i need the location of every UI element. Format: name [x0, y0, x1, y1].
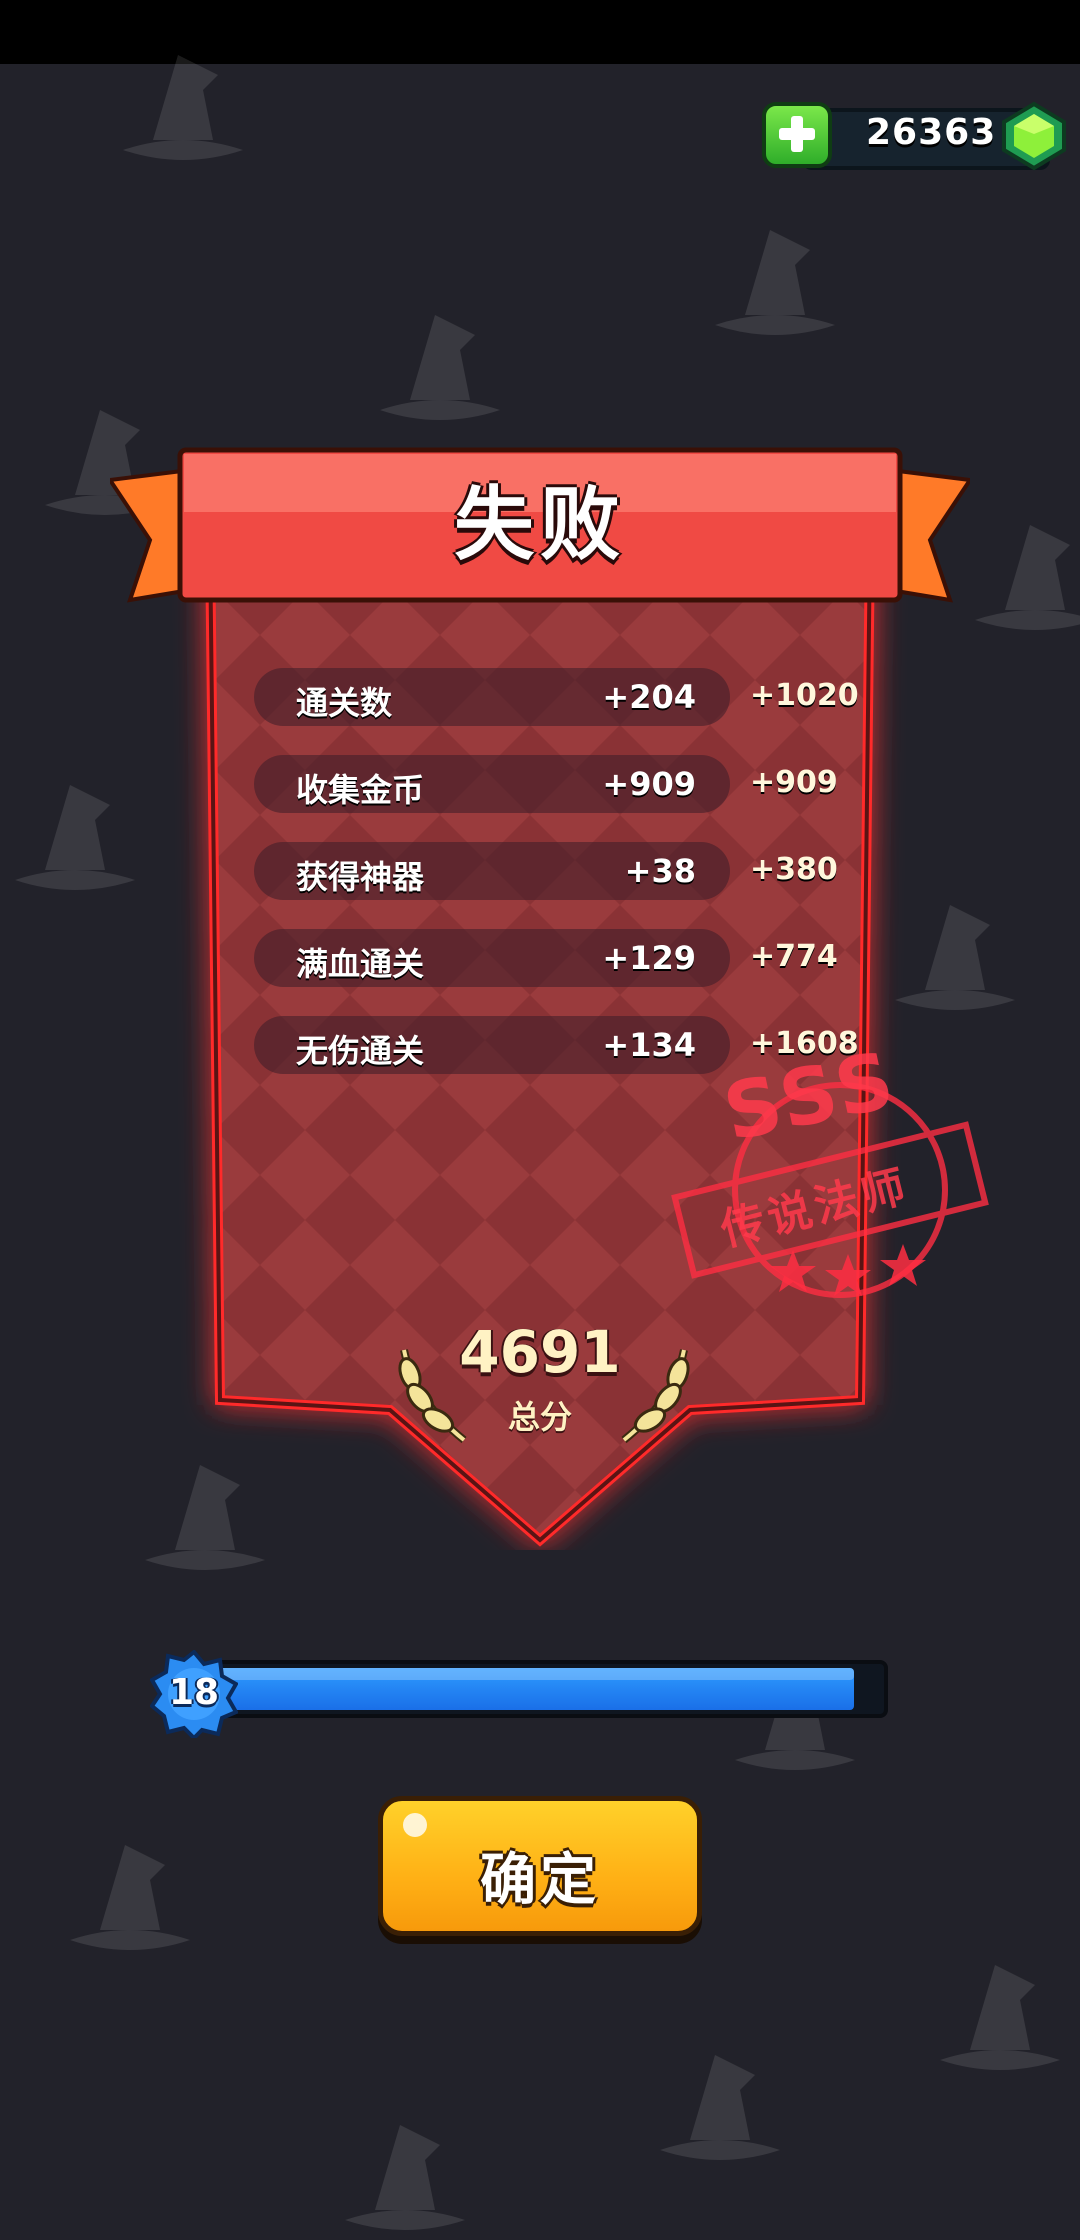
stat-label: 无伤通关 — [296, 1032, 425, 1070]
star-icon — [880, 1244, 926, 1286]
rating-stars — [770, 1244, 926, 1296]
confirm-label: 确定 — [480, 1848, 600, 1913]
stat-row-full-hp: 满血通关 +129 — [254, 929, 730, 987]
stat-label: 获得神器 — [296, 858, 425, 896]
stat-bonus: +774 — [750, 939, 838, 974]
stat-value: +204 — [602, 678, 696, 716]
wizard-hat-icon — [380, 315, 500, 420]
wizard-hat-icon — [975, 525, 1080, 630]
stat-bonus: +909 — [750, 765, 838, 800]
stat-label: 收集金币 — [296, 771, 425, 809]
stat-row-no-damage: 无伤通关 +134 — [254, 1016, 730, 1074]
wizard-hat-icon — [123, 55, 243, 160]
stat-bonus: +1020 — [750, 678, 859, 713]
progress-fill — [218, 1668, 854, 1710]
total-score: 4691 — [459, 1318, 621, 1386]
green-gem-icon — [1002, 101, 1066, 171]
stat-row-clear-count: 通关数 +204 — [254, 668, 730, 726]
plus-icon-stroke — [791, 116, 803, 152]
stat-value: +129 — [602, 939, 696, 977]
wizard-hat-icon — [715, 230, 835, 335]
wizard-hat-icon — [940, 1965, 1060, 2070]
progress-track — [210, 1660, 888, 1718]
level-progress: 18 — [150, 1650, 892, 1738]
gem-amount: 26363 — [866, 112, 997, 153]
level-number: 18 — [168, 1672, 220, 1713]
wizard-hat-icon — [345, 2125, 465, 2230]
add-gems-button[interactable] — [762, 102, 832, 168]
wizard-hat-icon — [70, 1845, 190, 1950]
stat-bonus: +380 — [750, 852, 838, 887]
star-icon — [825, 1254, 871, 1296]
stat-value: +909 — [602, 765, 696, 803]
stat-row-artifacts: 获得神器 +38 — [254, 842, 730, 900]
gem-counter: 26363 — [762, 98, 1072, 174]
star-icon — [770, 1250, 816, 1292]
stat-label: 满血通关 — [296, 945, 425, 983]
stat-value: +38 — [624, 852, 696, 890]
wizard-hat-icon — [15, 785, 135, 890]
stat-label: 通关数 — [296, 684, 393, 722]
wizard-hat-icon — [660, 2055, 780, 2160]
result-title: 失败 — [454, 478, 626, 571]
stat-row-coins: 收集金币 +909 — [254, 755, 730, 813]
confirm-button[interactable]: 确定 — [378, 1796, 702, 1936]
total-score-label: 总分 — [507, 1398, 572, 1436]
